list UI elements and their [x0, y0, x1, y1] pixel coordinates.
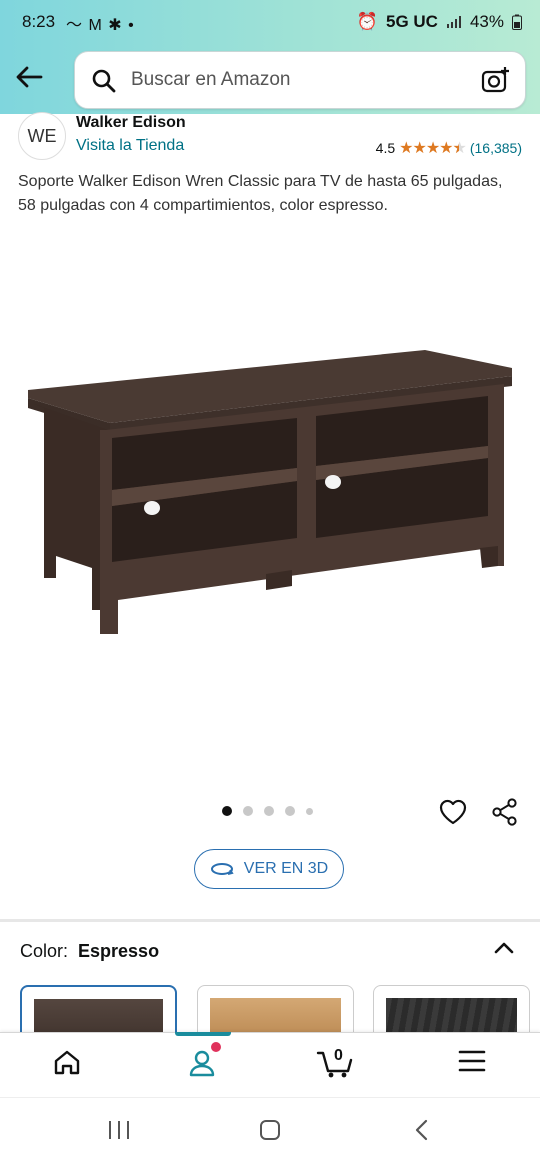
brand-name: Walker Edison [76, 114, 186, 131]
home-icon [54, 1050, 80, 1075]
back-system-icon[interactable] [412, 1118, 432, 1142]
battery-label: 43% [469, 12, 504, 31]
rotate-3d-icon [210, 863, 234, 875]
alarm-icon: ⏰ [356, 12, 378, 31]
status-right: ⏰ 5G UC 43% [357, 12, 522, 32]
notification-dot [211, 1042, 221, 1052]
battery-icon [512, 14, 522, 30]
star-rating-icon: ★★★★★★ [399, 140, 467, 157]
rating-value: 4.5 [375, 140, 396, 156]
view-in-3d-button[interactable]: VER EN 3D [194, 849, 344, 889]
account-icon [189, 1050, 215, 1077]
share-icon [492, 798, 517, 826]
nav-account[interactable] [186, 1047, 218, 1084]
system-nav-bar [0, 1097, 540, 1159]
back-button[interactable] [14, 62, 48, 96]
collapse-colors-button[interactable] [492, 936, 516, 965]
carousel-dot[interactable] [222, 806, 232, 816]
visit-store-link[interactable]: Visita la Tienda [76, 137, 184, 155]
image-carousel-dots[interactable] [222, 806, 313, 816]
section-divider [0, 919, 540, 922]
heart-icon [439, 799, 467, 825]
status-time: 8:23 [22, 12, 56, 31]
carousel-dot[interactable] [243, 806, 253, 816]
carousel-dot[interactable] [264, 806, 274, 816]
search-icon [92, 69, 116, 93]
nav-active-indicator [175, 1032, 231, 1036]
color-selector-header[interactable]: Color: Espresso [20, 941, 159, 962]
status-bar: 8:23 〜 M ✱ • ⏰ 5G UC 43% [0, 0, 540, 44]
rating-count: (16,385) [469, 140, 522, 156]
search-placeholder: Buscar en Amazon [131, 69, 291, 90]
nav-cart[interactable]: 0 [316, 1047, 356, 1084]
nav-home[interactable] [52, 1047, 82, 1082]
network-label: 5G UC [386, 12, 438, 31]
tv-stand-image [28, 350, 512, 634]
nav-menu[interactable] [458, 1047, 486, 1080]
recent-apps-icon[interactable] [107, 1120, 131, 1140]
chevron-up-icon [494, 942, 514, 954]
home-system-icon[interactable] [258, 1118, 282, 1142]
product-title: Soporte Walker Edison Wren Classic para … [18, 173, 503, 214]
view-in-3d-label: VER EN 3D [243, 860, 329, 877]
menu-icon [458, 1050, 486, 1072]
rating-summary[interactable]: 4.5 ★★★★★★ (16,385) [376, 138, 522, 158]
selected-color: Espresso [78, 941, 160, 961]
share-button[interactable] [490, 797, 520, 832]
product-image[interactable] [20, 338, 520, 648]
color-label: Color: [20, 941, 69, 961]
signal-icon [446, 16, 461, 28]
notification-icons: 〜 M ✱ • [66, 17, 135, 34]
brand-logo-text: WE [27, 125, 57, 146]
carousel-dot[interactable] [306, 807, 313, 815]
camera-search-icon[interactable] [481, 66, 511, 94]
brand-logo[interactable]: WE [18, 112, 66, 160]
cart-count: 0 [334, 1047, 343, 1064]
search-input[interactable]: Buscar en Amazon [74, 51, 526, 109]
back-arrow-icon [16, 66, 43, 88]
wishlist-button[interactable] [438, 797, 468, 832]
carousel-dot[interactable] [285, 806, 295, 816]
